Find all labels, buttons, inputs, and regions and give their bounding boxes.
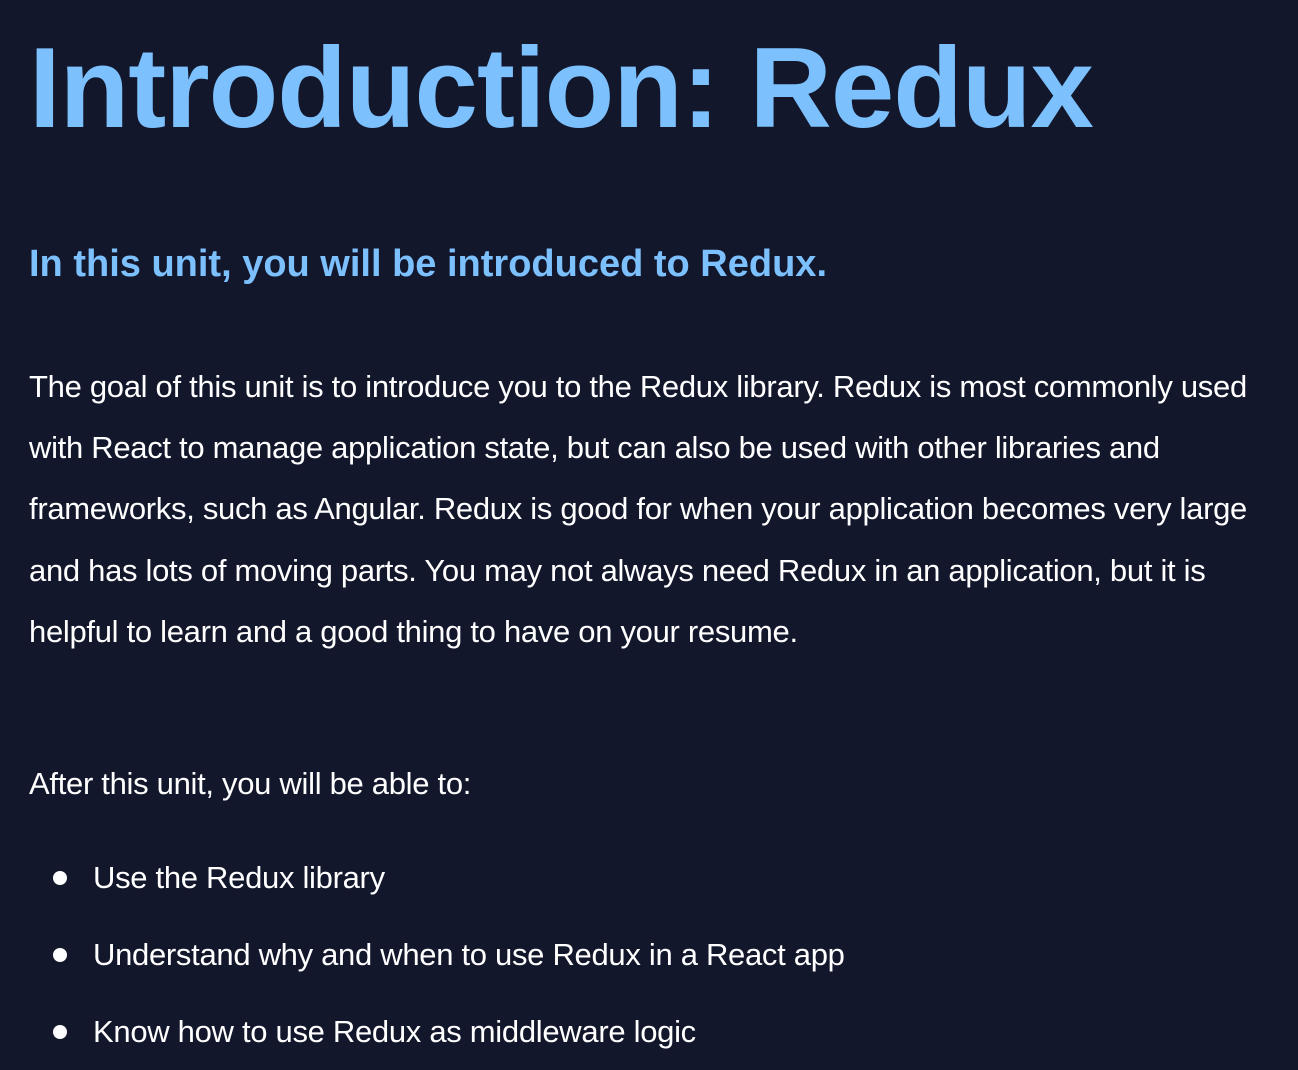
- intro-paragraph: The goal of this unit is to introduce yo…: [29, 369, 1247, 649]
- list-item-text: Use the Redux library: [93, 860, 385, 895]
- learning-outcomes-list: Use the Redux library Understand why and…: [29, 848, 845, 1070]
- list-item: Use the Redux library: [29, 848, 845, 925]
- bullet-icon: [53, 1025, 67, 1039]
- outcomes-lead: After this unit, you will be able to:: [29, 766, 472, 801]
- page-title: Introduction: Redux: [29, 25, 1094, 152]
- list-item: Know how to use Redux as middleware logi…: [29, 1002, 845, 1070]
- unit-subtitle: In this unit, you will be introduced to …: [29, 243, 827, 285]
- lesson-page: Introduction: Redux In this unit, you wi…: [0, 0, 1298, 1070]
- list-item-text: Know how to use Redux as middleware logi…: [93, 1014, 696, 1049]
- list-item-text: Understand why and when to use Redux in …: [93, 937, 845, 972]
- bullet-icon: [53, 871, 67, 885]
- list-item: Understand why and when to use Redux in …: [29, 925, 845, 1002]
- bullet-icon: [53, 948, 67, 962]
